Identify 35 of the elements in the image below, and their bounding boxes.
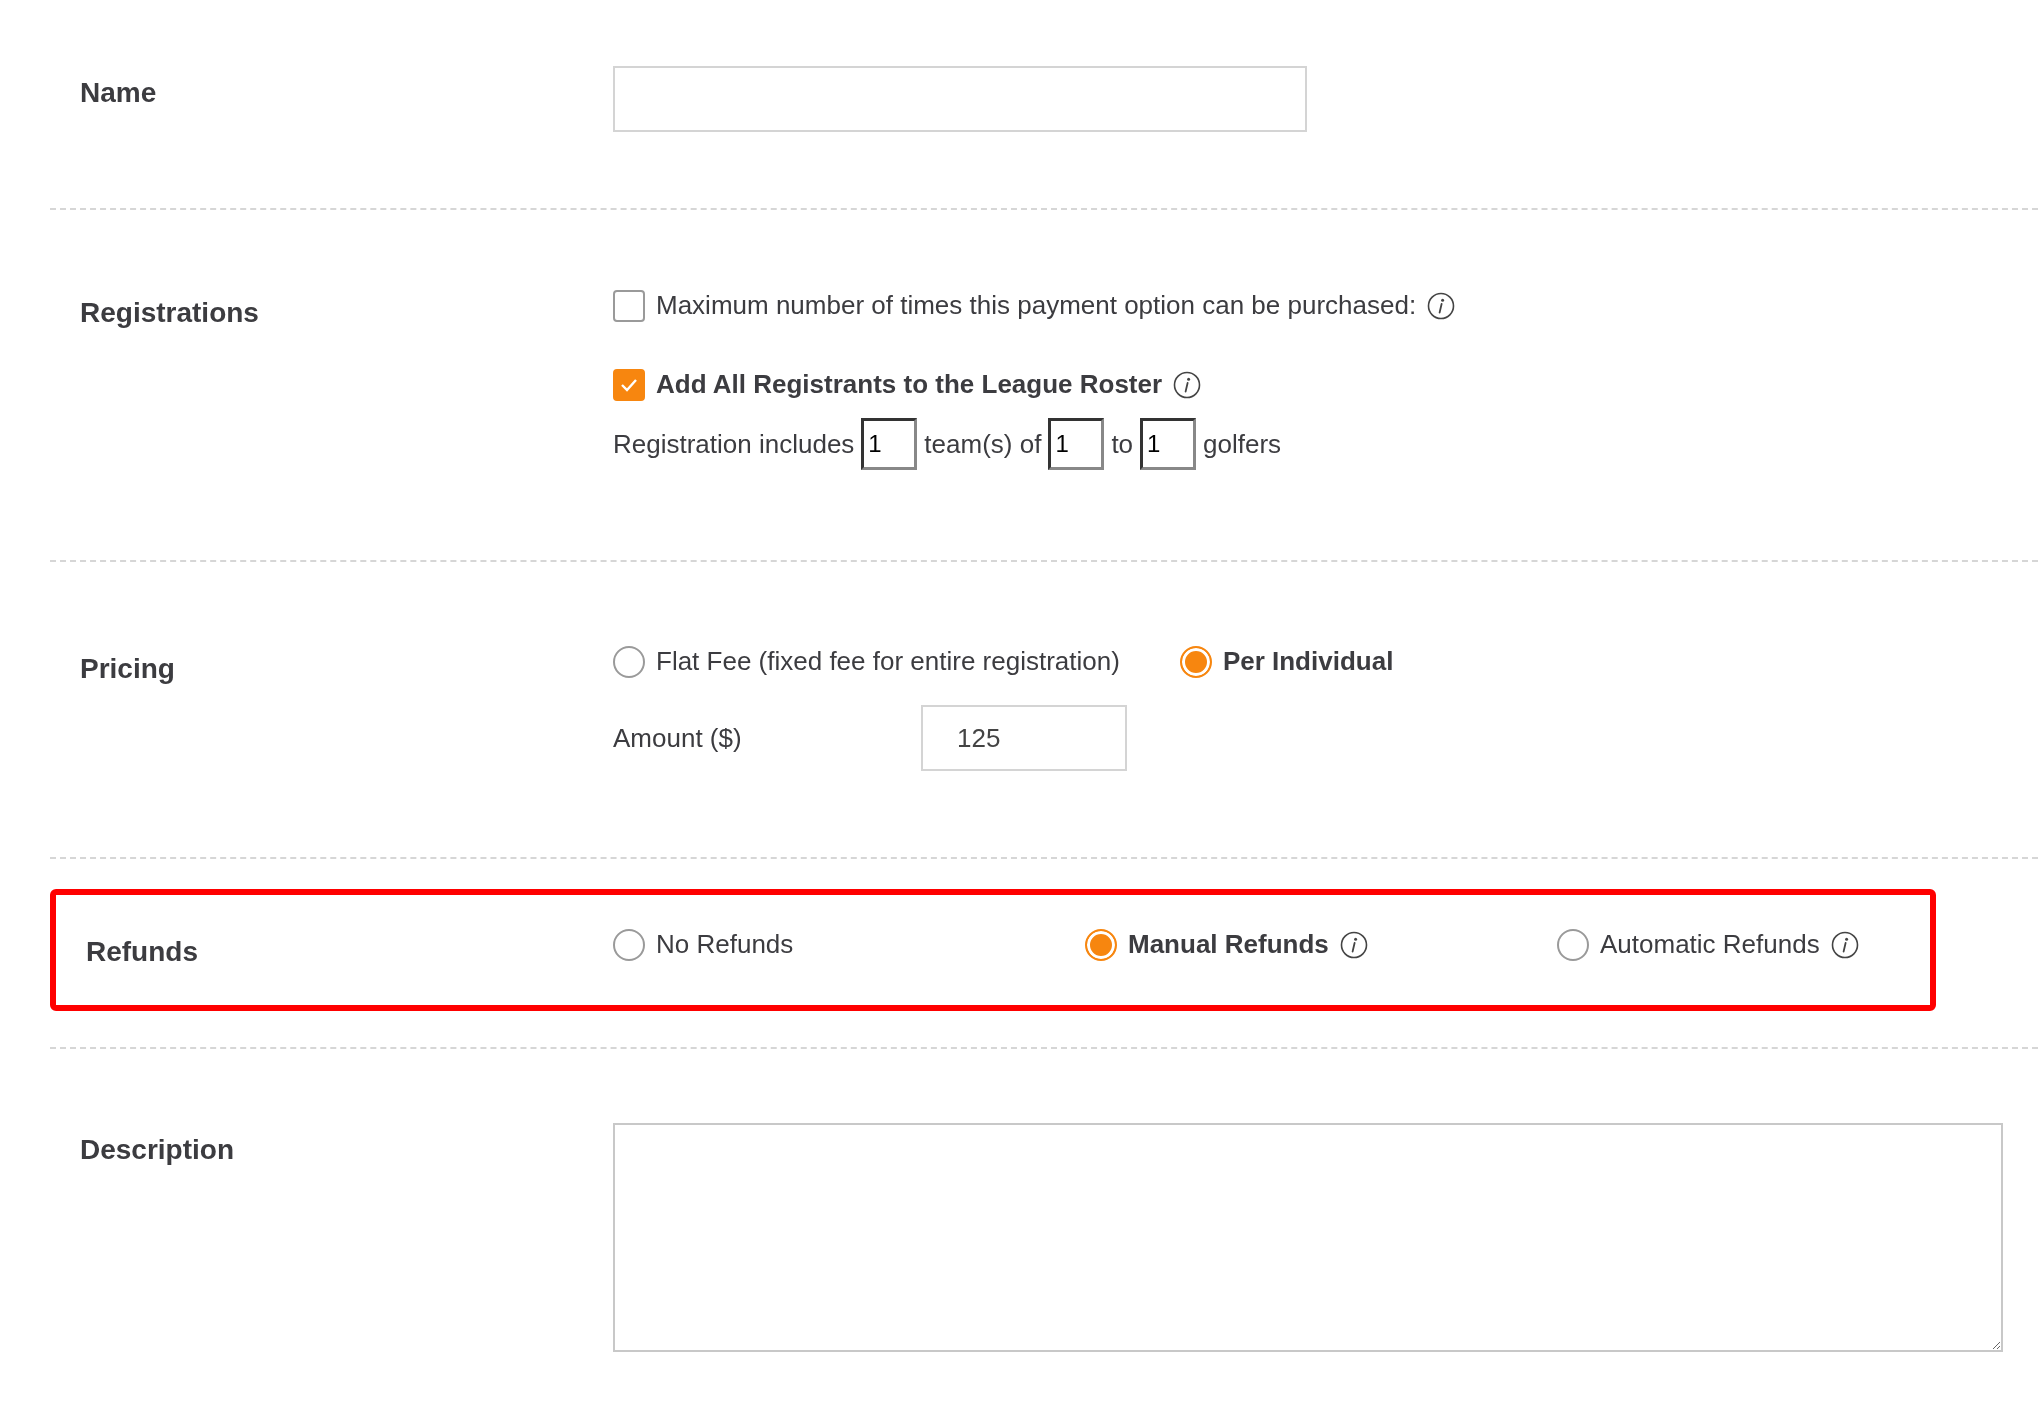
checkbox[interactable] [613, 368, 645, 401]
radio-label: No Refunds [656, 928, 794, 961]
radio-button[interactable] [1085, 928, 1117, 961]
info-icon[interactable] [1173, 370, 1202, 399]
field-label: Registrations [80, 296, 260, 330]
radio-label: Flat Fee (fixed fee for entire registration) [656, 645, 1120, 678]
number-field[interactable]: 1 [1140, 418, 1197, 470]
checkbox-label: Maximum number of times this payment option can be purchased: [656, 289, 1417, 322]
amount-label: Amount ($) [613, 721, 743, 755]
radio-button[interactable] [613, 645, 645, 678]
info-icon[interactable] [1830, 930, 1859, 959]
radio-button[interactable] [613, 928, 645, 961]
number-field[interactable]: 1 [1048, 418, 1105, 470]
inline-text: to [1111, 427, 1134, 461]
radio-label: Manual Refunds [1128, 928, 1329, 961]
field-label: Refunds [86, 935, 199, 969]
radio-button[interactable] [1179, 645, 1212, 678]
text-field[interactable] [613, 66, 1307, 132]
inline-text: golfers [1203, 427, 1282, 461]
checkbox[interactable] [613, 289, 645, 322]
radio-label: Per Individual [1222, 645, 1394, 678]
inline-text: team(s) of [924, 427, 1042, 461]
info-icon[interactable] [1427, 291, 1456, 320]
text-area[interactable] [613, 1123, 2003, 1352]
inline-text: Registration includes [613, 427, 855, 461]
amount-field[interactable]: 125 [921, 705, 1127, 771]
radio-button[interactable] [1557, 928, 1589, 961]
field-label: Name [80, 76, 158, 110]
check-icon [620, 377, 638, 392]
radio-label: Automatic Refunds [1600, 928, 1820, 961]
number-field[interactable]: 1 [861, 418, 918, 470]
checkbox-label: Add All Registrants to the League Roster [656, 368, 1163, 401]
field-label: Description [80, 1133, 236, 1167]
info-icon[interactable] [1339, 930, 1368, 959]
field-label: Pricing [80, 652, 176, 686]
